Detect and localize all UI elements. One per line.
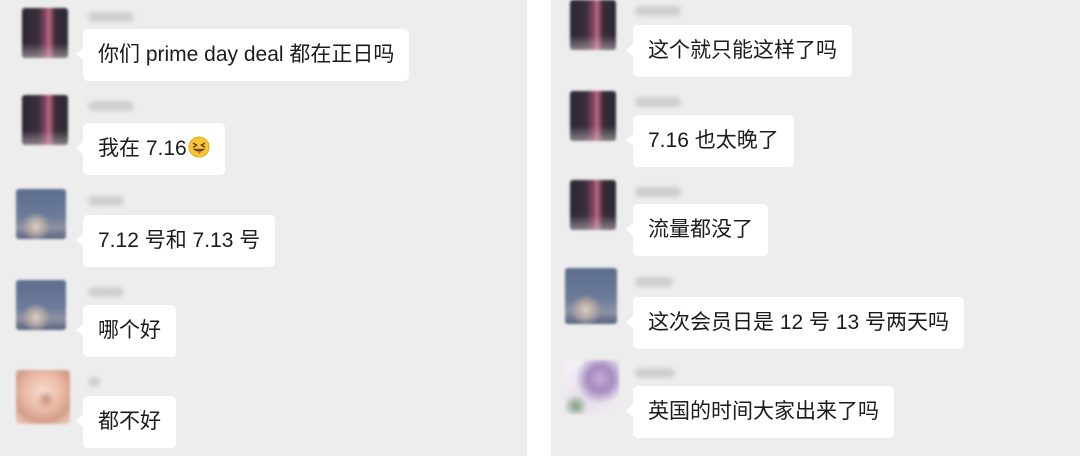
message-bubble[interactable]: 我在 7.16 <box>76 123 225 175</box>
message-text: 流量都没了 <box>648 218 753 241</box>
sender-name-blurred <box>88 377 100 387</box>
message-text: 哪个好 <box>98 319 161 342</box>
avatar[interactable] <box>16 189 66 239</box>
sender-name-blurred <box>635 187 681 197</box>
message-text: 都不好 <box>98 410 161 433</box>
avatar[interactable] <box>570 180 616 230</box>
sender-name-blurred <box>635 6 681 16</box>
avatar[interactable] <box>565 268 617 324</box>
message-bubble[interactable]: 7.16 也太晚了 <box>626 115 794 167</box>
sender-name-blurred <box>88 101 134 111</box>
avatar[interactable] <box>22 8 68 58</box>
message-bubble[interactable]: 英国的时间大家出来了吗 <box>626 386 894 438</box>
grinning-squinting-face-with-tongue-icon <box>188 136 210 158</box>
chat-panel-left: 你们 prime day deal 都在正日吗 我在 7.16 7.12 号和 … <box>0 0 527 456</box>
message-text: 这次会员日是 12 号 13 号两天吗 <box>648 311 950 334</box>
chat-panel-right: 这个就只能这样了吗 7.16 也太晚了 流量都没了 这次会员日是 12 号 13… <box>551 0 1080 456</box>
sender-name-blurred <box>635 277 673 287</box>
message-bubble[interactable]: 都不好 <box>76 396 176 448</box>
avatar[interactable] <box>570 91 616 141</box>
message-bubble[interactable]: 流量都没了 <box>626 204 768 256</box>
message-bubble[interactable]: 这个就只能这样了吗 <box>626 25 852 77</box>
avatar[interactable] <box>16 280 66 330</box>
message-text: 我在 7.16 <box>98 137 187 160</box>
message-bubble[interactable]: 你们 prime day deal 都在正日吗 <box>75 29 410 81</box>
sender-name-blurred <box>88 12 134 22</box>
message-bubble[interactable]: 哪个好 <box>76 305 176 357</box>
message-text: 7.12 号和 7.13 号 <box>98 229 261 252</box>
avatar[interactable] <box>565 360 619 414</box>
sender-name-blurred <box>88 196 124 206</box>
avatar[interactable] <box>22 95 68 145</box>
message-text: 你们 prime day deal 都在正日吗 <box>98 43 395 66</box>
avatar[interactable] <box>570 0 616 50</box>
sender-name-blurred <box>635 97 681 107</box>
message-bubble[interactable]: 这次会员日是 12 号 13 号两天吗 <box>625 297 965 349</box>
sender-name-blurred <box>635 368 675 378</box>
message-text: 英国的时间大家出来了吗 <box>648 400 879 423</box>
message-text: 7.16 也太晚了 <box>648 129 779 152</box>
message-text: 这个就只能这样了吗 <box>648 39 837 62</box>
sender-name-blurred <box>88 287 124 297</box>
avatar[interactable] <box>16 370 70 424</box>
message-bubble[interactable]: 7.12 号和 7.13 号 <box>75 215 276 267</box>
